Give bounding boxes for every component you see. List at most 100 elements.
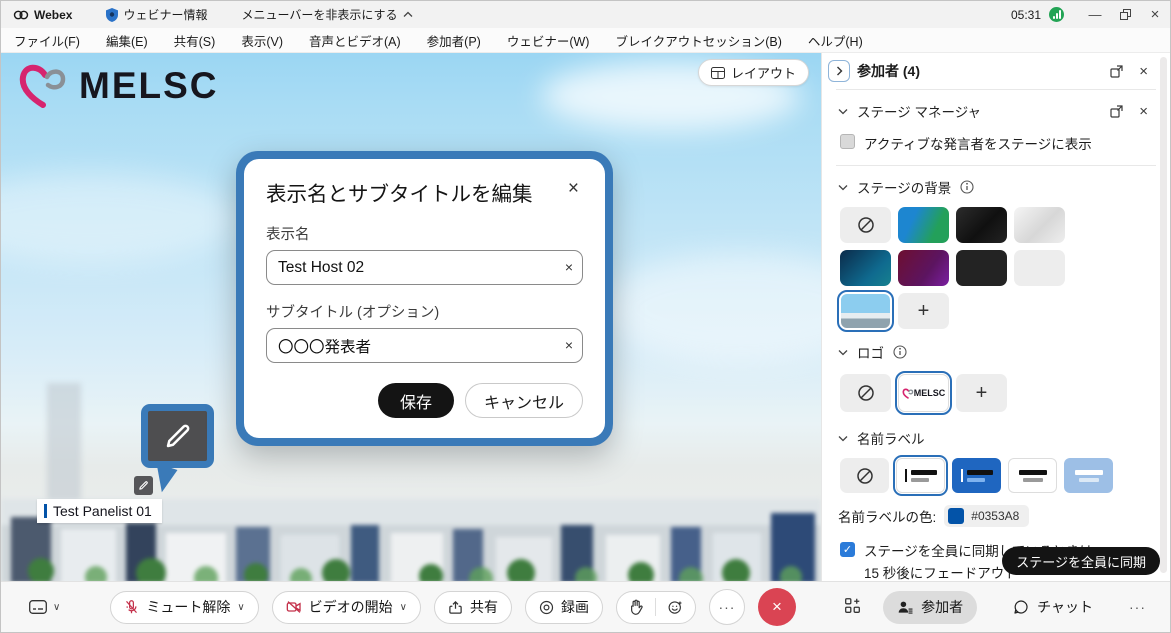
background-swatch-purple[interactable] — [898, 250, 949, 286]
participants-tab-button[interactable]: 参加者 — [883, 591, 977, 624]
background-swatch-silver[interactable] — [1014, 207, 1065, 243]
webex-window: Webex ウェビナー情報 メニューバーを非表示にする 05:31 — × ファ — [0, 0, 1171, 633]
save-button[interactable]: 保存 — [378, 383, 454, 418]
start-video-button[interactable]: ビデオの開始 ∨ — [272, 591, 421, 624]
participants-panel: 参加者 (4) × ステージ マネージャ × アクティブな発言者をステージに表示… — [821, 53, 1170, 583]
info-icon[interactable] — [960, 180, 974, 194]
stage-brand-logo: MELSC — [17, 63, 219, 109]
collapse-panel-button[interactable] — [828, 60, 850, 82]
logo-none-swatch[interactable] — [840, 374, 891, 412]
edit-name-dialog: 表示名とサブタイトルを編集 × 表示名 × サブタイトル (オプション) × 保… — [236, 151, 613, 446]
pop-out-icon[interactable] — [1110, 65, 1123, 78]
more-options-button[interactable]: ··· — [709, 589, 745, 625]
cloud-decoration — [1, 173, 241, 263]
menu-edit[interactable]: 編集(E) — [106, 31, 148, 50]
unmute-button[interactable]: ミュート解除 ∨ — [110, 591, 258, 624]
menu-view[interactable]: 表示(V) — [241, 31, 283, 50]
background-swatch-city-selected[interactable] — [840, 293, 891, 329]
mic-muted-icon — [124, 599, 139, 615]
layout-button-label: レイアウト — [731, 63, 796, 82]
chat-bubble-icon — [1013, 599, 1029, 615]
menu-help[interactable]: ヘルプ(H) — [808, 31, 863, 50]
background-swatch-blue-green[interactable] — [898, 207, 949, 243]
video-stage: MELSC レイアウト Test Panelist 01 表示名とサブタイトル — [1, 53, 821, 583]
edit-name-button[interactable] — [134, 476, 153, 495]
minimize-button[interactable]: — — [1080, 1, 1110, 28]
record-label: 録画 — [561, 597, 589, 617]
background-swatch-lightgray[interactable] — [1014, 250, 1065, 286]
connection-quality-icon[interactable] — [1049, 7, 1064, 22]
chevron-right-icon — [836, 66, 843, 76]
add-logo-button[interactable]: + — [956, 374, 1007, 412]
subtitle-input[interactable] — [266, 328, 583, 363]
reactions-button[interactable] — [656, 600, 695, 615]
titlebar: Webex ウェビナー情報 メニューバーを非表示にする 05:31 — × — [1, 1, 1170, 28]
add-background-button[interactable]: + — [898, 293, 949, 329]
stage-background-title: ステージの背景 — [857, 177, 951, 197]
record-button[interactable]: 録画 — [525, 591, 603, 624]
name-label-color-label: 名前ラベルの色: — [838, 506, 936, 526]
menu-breakout[interactable]: ブレイクアウトセッション(B) — [615, 31, 781, 50]
smiley-plus-icon — [668, 600, 683, 615]
name-label-accent-bar — [44, 504, 47, 518]
hide-menubar-button[interactable]: メニューバーを非表示にする — [241, 6, 412, 23]
fade-out-checkbox[interactable]: ✓ — [840, 542, 855, 557]
share-label: 共有 — [470, 597, 498, 617]
close-panel-icon[interactable]: × — [1139, 63, 1148, 80]
layout-grid-icon — [711, 67, 725, 79]
menu-file[interactable]: ファイル(F) — [14, 31, 80, 50]
display-name-input[interactable] — [266, 250, 583, 285]
chevron-down-icon[interactable] — [838, 184, 848, 191]
more-panels-button[interactable]: ··· — [1129, 599, 1146, 615]
menubar: ファイル(F) 編集(E) 共有(S) 表示(V) 音声とビデオ(A) 参加者(… — [1, 28, 1170, 53]
name-label-style-bar-white-selected[interactable] — [896, 458, 945, 493]
panel-scrollbar[interactable] — [1160, 57, 1167, 573]
background-swatch-charcoal[interactable] — [956, 250, 1007, 286]
menu-share[interactable]: 共有(S) — [174, 31, 216, 50]
none-icon — [857, 384, 875, 402]
menu-webinar[interactable]: ウェビナー(W) — [507, 31, 590, 50]
name-label-section-title: 名前ラベル — [857, 428, 925, 448]
chevron-down-icon[interactable] — [838, 349, 848, 356]
bottom-toolbar: ∨ ミュート解除 ∨ ビデオの開始 ∨ 共有 録画 — [1, 581, 1170, 632]
edit-name-magnifier-inner — [148, 411, 207, 461]
share-icon — [448, 600, 463, 615]
camera-off-icon — [286, 600, 302, 614]
close-section-icon[interactable]: × — [1139, 103, 1148, 120]
restore-button[interactable] — [1110, 1, 1140, 28]
clear-subtitle-icon[interactable]: × — [565, 336, 573, 354]
layout-button[interactable]: レイアウト — [698, 59, 809, 86]
background-none-swatch[interactable] — [840, 207, 891, 243]
menu-audio-video[interactable]: 音声とビデオ(A) — [309, 31, 401, 50]
active-speaker-checkbox[interactable] — [840, 134, 855, 149]
chevron-down-icon[interactable] — [838, 435, 848, 442]
captions-button[interactable]: ∨ — [29, 600, 60, 614]
melsc-heart-icon — [902, 388, 914, 399]
name-label-style-plain-white[interactable] — [1008, 458, 1057, 493]
clear-display-name-icon[interactable]: × — [565, 258, 573, 276]
logo-swatch-text: MELSC — [914, 388, 946, 398]
logo-melsc-swatch-selected[interactable]: MELSC — [898, 374, 949, 412]
participants-panel-title: 参加者 (4) — [857, 61, 920, 81]
webinar-info-button[interactable]: ウェビナー情報 — [106, 6, 207, 23]
name-label-none-swatch[interactable] — [840, 458, 889, 493]
share-button[interactable]: 共有 — [434, 591, 512, 624]
apps-button[interactable] — [844, 597, 861, 617]
background-swatch-teal[interactable] — [840, 250, 891, 286]
chat-tab-button[interactable]: チャット — [999, 591, 1107, 624]
pop-out-icon[interactable] — [1110, 105, 1123, 118]
leave-meeting-button[interactable]: × — [758, 588, 796, 626]
raise-hand-button[interactable] — [617, 599, 655, 615]
sync-stage-button[interactable]: ステージを全員に同期 — [1002, 547, 1160, 575]
name-label-color-picker[interactable]: #0353A8 — [944, 505, 1029, 527]
background-swatch-black[interactable] — [956, 207, 1007, 243]
chevron-down-icon[interactable] — [838, 108, 848, 115]
cancel-button[interactable]: キャンセル — [465, 383, 583, 418]
close-window-button[interactable]: × — [1140, 1, 1170, 28]
name-label-style-translucent-blue[interactable] — [1064, 458, 1113, 493]
name-label-style-bar-blue[interactable] — [952, 458, 1001, 493]
dialog-close-button[interactable]: × — [564, 177, 583, 200]
menu-participants[interactable]: 参加者(P) — [427, 31, 481, 50]
info-icon[interactable] — [893, 345, 907, 359]
name-label-swatch-row — [822, 456, 1170, 497]
